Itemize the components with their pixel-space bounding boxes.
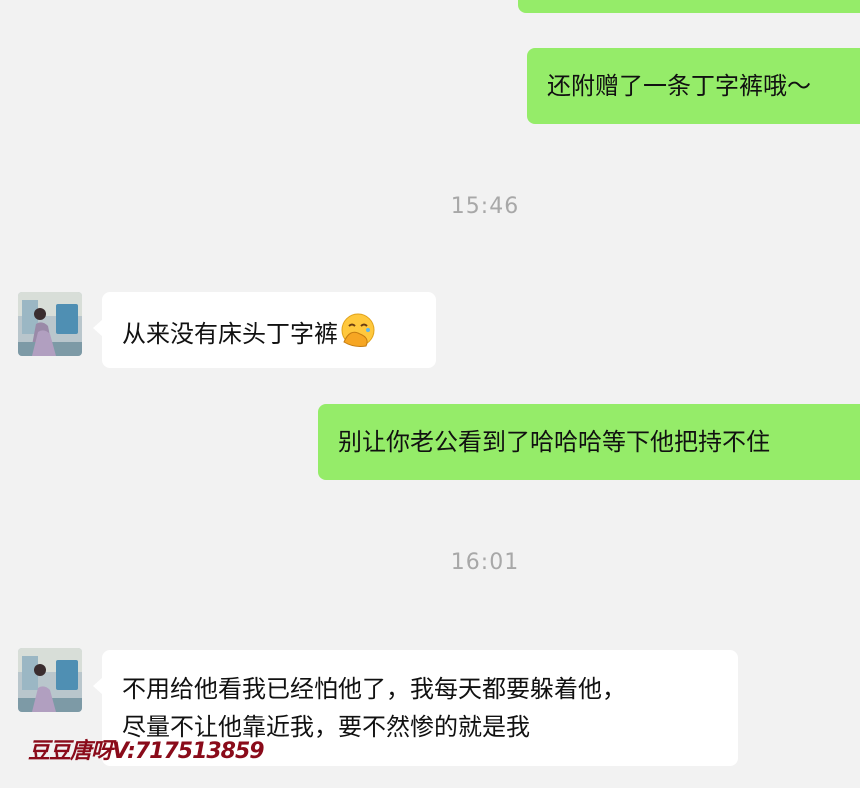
message-text: 还附赠了一条丁字裤哦～ — [547, 72, 811, 100]
timestamp: 15:46 — [450, 194, 520, 219]
message-text: 从来没有床头丁字裤 — [122, 320, 338, 348]
avatar[interactable] — [18, 648, 82, 712]
message-bubble-incoming[interactable]: 从来没有床头丁字裤 — [93, 292, 436, 368]
message-text-line: 不用给他看我已经怕他了，我每天都要躲着他， — [122, 675, 626, 703]
message-bubble-outgoing[interactable]: 还附赠了一条丁字裤哦～ — [527, 48, 860, 124]
avatar[interactable] — [18, 292, 82, 356]
watermark: 豆豆唐呀V:717513859 — [28, 739, 265, 764]
message-bubble-partial[interactable] — [518, 0, 860, 13]
message-bubble-outgoing[interactable]: 别让你老公看到了哈哈哈等下他把持不住 — [318, 404, 860, 480]
avatar-photo-icon — [18, 292, 82, 356]
avatar-photo-icon — [18, 648, 82, 712]
message-text: 别让你老公看到了哈哈哈等下他把持不住 — [338, 428, 770, 456]
face-with-hand-over-mouth-icon — [340, 312, 376, 358]
timestamp: 16:01 — [450, 550, 520, 575]
